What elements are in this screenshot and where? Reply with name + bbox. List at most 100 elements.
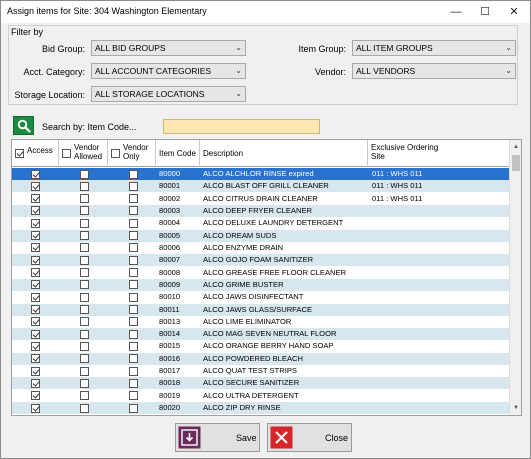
vendor-allowed-checkbox[interactable] (80, 341, 89, 351)
vendor-allowed-checkbox[interactable] (80, 378, 89, 388)
header-vendor-allowed[interactable]: Vendor Allowed (59, 140, 108, 167)
table-row[interactable]: 80001 ALCO BLAST OFF GRILL CLEANER 011 : W… (12, 180, 509, 193)
vendor-only-checkbox[interactable] (129, 378, 138, 388)
access-checkbox[interactable] (31, 354, 40, 364)
search-button[interactable] (13, 116, 34, 135)
vendor-only-checkbox[interactable] (129, 391, 138, 401)
table-row[interactable]: 80020 ALCO ZIP DRY RINSE (12, 402, 509, 415)
select-all-access-checkbox[interactable] (15, 149, 24, 158)
header-vendor-only[interactable]: Vendor Only (108, 140, 156, 167)
scroll-up-arrow[interactable]: ▲ (510, 140, 521, 154)
access-checkbox[interactable] (31, 268, 40, 278)
access-checkbox[interactable] (31, 292, 40, 302)
access-checkbox[interactable] (31, 391, 40, 401)
vendor-only-checkbox[interactable] (129, 403, 138, 413)
vendor-allowed-checkbox[interactable] (80, 329, 89, 339)
vendor-only-checkbox[interactable] (129, 194, 138, 204)
vendor-only-checkbox[interactable] (129, 292, 138, 302)
access-checkbox[interactable] (31, 243, 40, 253)
vendor-only-checkbox[interactable] (129, 243, 138, 253)
access-checkbox[interactable] (31, 218, 40, 228)
bid-group-dropdown[interactable]: ALL BID GROUPS ⌄ (91, 40, 246, 56)
vendor-allowed-checkbox[interactable] (80, 194, 89, 204)
access-checkbox[interactable] (31, 194, 40, 204)
vendor-only-checkbox[interactable] (129, 206, 138, 216)
table-row[interactable]: 80011 ALCO JAWS GLASS/SURFACE (12, 303, 509, 316)
item-group-dropdown[interactable]: ALL ITEM GROUPS ⌄ (352, 40, 516, 56)
table-row[interactable]: 80010 ALCO JAWS DISINFECTANT (12, 291, 509, 303)
table-row[interactable]: 80005 ALCO DREAM SUDS (12, 229, 509, 242)
table-row[interactable]: 80007 ALCO GOJO FOAM SANITIZER (12, 254, 509, 267)
vendor-allowed-checkbox[interactable] (80, 268, 89, 278)
header-access[interactable]: Access (12, 140, 59, 167)
select-all-vendor-only-checkbox[interactable] (111, 149, 120, 158)
access-checkbox[interactable] (31, 366, 40, 376)
table-row[interactable]: 80004 ALCO DELUXE LAUNDRY DETERGENT (12, 217, 509, 229)
scrollbar-thumb[interactable] (512, 155, 520, 171)
item-code-search-input[interactable] (163, 119, 320, 134)
maximize-button[interactable]: ☐ (470, 1, 500, 23)
vendor-allowed-checkbox[interactable] (80, 255, 89, 265)
vendor-only-checkbox[interactable] (129, 268, 138, 278)
vendor-only-checkbox[interactable] (129, 317, 138, 327)
vendor-allowed-checkbox[interactable] (80, 181, 89, 191)
access-checkbox[interactable] (31, 255, 40, 265)
access-checkbox[interactable] (31, 317, 40, 327)
access-checkbox[interactable] (31, 231, 40, 241)
vendor-only-checkbox[interactable] (129, 231, 138, 241)
table-row[interactable]: 80014 ALCO MAG SEVEN NEUTRAL FLOOR (12, 328, 509, 341)
vendor-only-checkbox[interactable] (129, 218, 138, 228)
access-checkbox[interactable] (31, 206, 40, 216)
vendor-only-checkbox[interactable] (129, 255, 138, 265)
access-checkbox[interactable] (31, 403, 40, 413)
table-row[interactable]: 80019 ALCO ULTRA DETERGENT (12, 390, 509, 402)
table-row[interactable]: 80006 ALCO ENZYME DRAIN (12, 242, 509, 254)
vendor-allowed-checkbox[interactable] (80, 366, 89, 376)
access-checkbox[interactable] (31, 329, 40, 339)
vendor-only-checkbox[interactable] (129, 181, 138, 191)
vertical-scrollbar[interactable]: ▲ ▼ (509, 140, 521, 415)
close-window-button[interactable]: ✕ (499, 1, 529, 23)
vendor-only-checkbox[interactable] (129, 169, 138, 179)
table-row[interactable]: 80015 ALCO ORANGE BERRY HAND SOAP (12, 340, 509, 352)
vendor-only-checkbox[interactable] (129, 354, 138, 364)
table-row[interactable]: 80008 ALCO GREASE FREE FLOOR CLEANER (12, 267, 509, 279)
vendor-allowed-checkbox[interactable] (80, 169, 89, 179)
vendor-allowed-checkbox[interactable] (80, 280, 89, 290)
vendor-allowed-checkbox[interactable] (80, 243, 89, 253)
vendor-only-checkbox[interactable] (129, 341, 138, 351)
table-row[interactable]: 80016 ALCO POWDERED BLEACH (12, 352, 509, 365)
vendor-allowed-checkbox[interactable] (80, 218, 89, 228)
vendor-allowed-checkbox[interactable] (80, 231, 89, 241)
header-exclusive-site[interactable]: Exclusive Ordering Site (368, 140, 509, 167)
vendor-allowed-checkbox[interactable] (80, 354, 89, 364)
vendor-allowed-checkbox[interactable] (80, 292, 89, 302)
minimize-button[interactable]: — (441, 1, 471, 23)
vendor-allowed-checkbox[interactable] (80, 403, 89, 413)
vendor-allowed-checkbox[interactable] (80, 305, 89, 315)
vendor-allowed-checkbox[interactable] (80, 206, 89, 216)
header-item-code[interactable]: Item Code (156, 140, 200, 167)
vendor-only-checkbox[interactable] (129, 305, 138, 315)
save-button[interactable]: Save (175, 423, 260, 452)
access-checkbox[interactable] (31, 169, 40, 179)
vendor-allowed-checkbox[interactable] (80, 317, 89, 327)
access-checkbox[interactable] (31, 181, 40, 191)
header-description[interactable]: Description (200, 140, 368, 167)
vendor-only-checkbox[interactable] (129, 366, 138, 376)
select-all-vendor-allowed-checkbox[interactable] (62, 149, 71, 158)
vendor-only-checkbox[interactable] (129, 280, 138, 290)
close-button[interactable]: Close (267, 423, 352, 452)
table-row[interactable]: 80000 ALCO ALCHLOR RINSE expired 011 : WHS… (12, 168, 509, 180)
table-row[interactable]: 80018 ALCO SECURE SANITIZER (12, 377, 509, 390)
table-row[interactable]: 80009 ALCO GRIME BUSTER (12, 278, 509, 291)
table-row[interactable]: 80002 ALCO CITRUS DRAIN CLEANER 011 : WHS … (12, 193, 509, 205)
access-checkbox[interactable] (31, 280, 40, 290)
table-row[interactable]: 80017 ALCO QUAT TEST STRIPS (12, 365, 509, 377)
vendor-dropdown[interactable]: ALL VENDORS ⌄ (352, 63, 516, 79)
scroll-down-arrow[interactable]: ▼ (510, 401, 521, 415)
access-checkbox[interactable] (31, 305, 40, 315)
access-checkbox[interactable] (31, 378, 40, 388)
acct-category-dropdown[interactable]: ALL ACCOUNT CATEGORIES ⌄ (91, 63, 246, 79)
vendor-allowed-checkbox[interactable] (80, 391, 89, 401)
